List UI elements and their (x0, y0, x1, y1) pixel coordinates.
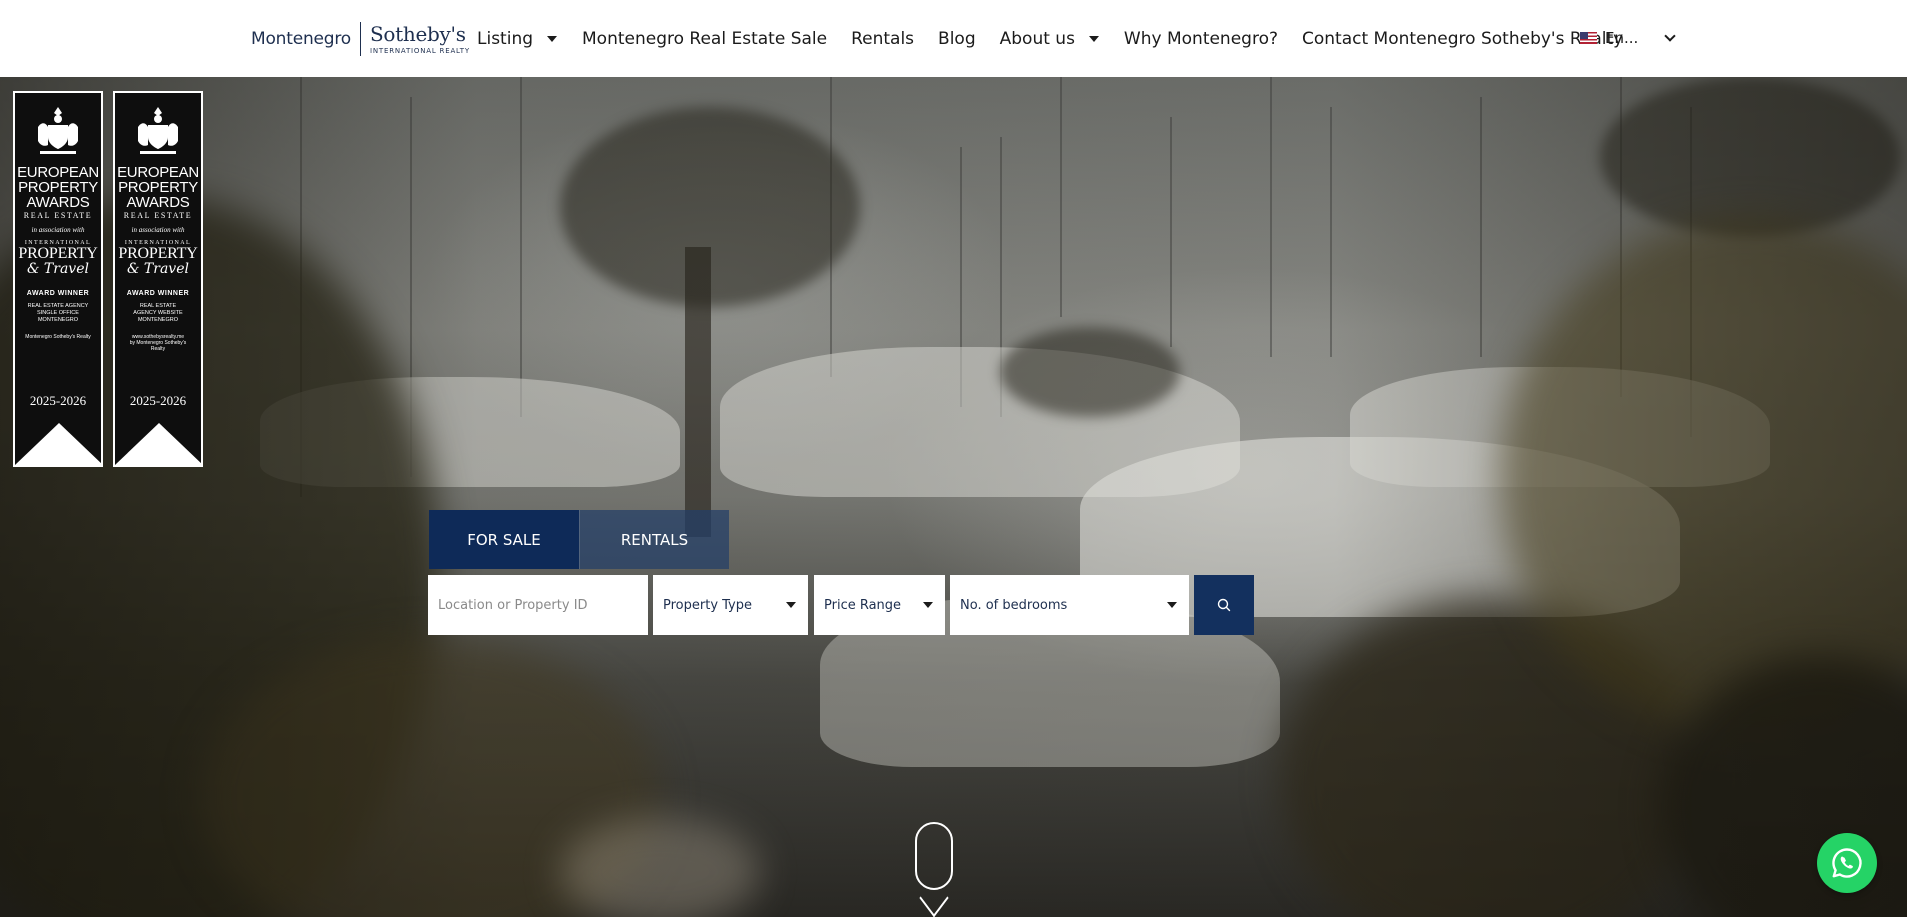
nav-contact[interactable]: Contact Montenegro Sotheby's Realty (1302, 29, 1623, 49)
crest-icon (38, 107, 78, 154)
award-travel: & Travel (27, 261, 89, 277)
bedrooms-select[interactable]: No. of bedrooms (950, 575, 1189, 635)
nav-about-us[interactable]: About us (1000, 29, 1099, 49)
award-travel: & Travel (127, 261, 189, 277)
tab-for-sale[interactable]: FOR SALE (429, 510, 579, 569)
nav-rentals[interactable]: Rentals (851, 29, 914, 49)
search-tabs: FOR SALE RENTALS (429, 510, 729, 569)
chevron-down-icon (1664, 29, 1676, 42)
property-type-select[interactable]: Property Type (653, 575, 808, 635)
nav-why-montenegro[interactable]: Why Montenegro? (1124, 29, 1278, 49)
award-by: www.sothebysrealty.me by Montenegro Soth… (129, 334, 187, 352)
logo-brand: Sotheby's INTERNATIONAL REALTY (370, 24, 470, 55)
award-assoc: in association with (31, 226, 85, 234)
award-title: EUROPEAN PROPERTY AWARDS (117, 164, 199, 211)
bedrooms-label: No. of bedrooms (960, 597, 1068, 613)
us-flag-icon (1580, 32, 1597, 44)
hero-background (0, 77, 1907, 917)
nav-listing[interactable]: Listing (477, 28, 558, 49)
nav-rentals-label: Rentals (851, 28, 915, 49)
whatsapp-icon (1832, 848, 1862, 878)
caret-down-icon (1167, 602, 1177, 608)
award-property: PROPERTY (18, 245, 98, 262)
award-badge-agency[interactable]: EUROPEAN PROPERTY AWARDS REAL ESTATE in … (13, 91, 103, 467)
award-category: REAL ESTATE AGENCY WEBSITE MONTENEGRO (133, 303, 183, 323)
price-range-select[interactable]: Price Range (814, 575, 945, 635)
logo-montenegro-text: Montenegro (251, 29, 352, 49)
logo-sothebys-text: Sotheby's (370, 21, 466, 46)
caret-down-icon (1088, 35, 1099, 42)
award-property: PROPERTY (118, 245, 198, 262)
caret-down-icon (923, 602, 933, 608)
nav-contact-label: Contact Montenegro Sotheby's Realty (1302, 28, 1624, 49)
award-title: EUROPEAN PROPERTY AWARDS (17, 164, 99, 211)
nav-blog-label: Blog (938, 28, 976, 49)
caret-down-icon (786, 602, 796, 608)
crest-icon (138, 107, 178, 154)
nav-why-montenegro-label: Why Montenegro? (1123, 28, 1279, 49)
search-icon (1217, 598, 1231, 612)
award-badge-website[interactable]: EUROPEAN PROPERTY AWARDS REAL ESTATE in … (113, 91, 203, 467)
main-nav: Listing Montenegro Real Estate Sale Rent… (477, 0, 1647, 77)
nav-real-estate-sale-label: Montenegro Real Estate Sale (582, 28, 828, 49)
logo-intl-text: INTERNATIONAL REALTY (370, 46, 470, 55)
whatsapp-button[interactable] (1817, 833, 1877, 893)
caret-down-icon (547, 35, 558, 42)
property-type-label: Property Type (663, 597, 753, 613)
award-year: 2025-2026 (29, 393, 87, 408)
site-header: Montenegro Sotheby's INTERNATIONAL REALT… (0, 0, 1907, 77)
award-subtitle: REAL ESTATE (23, 211, 93, 220)
logo-divider (360, 22, 362, 56)
award-year: 2025-2026 (129, 393, 187, 408)
award-winner: AWARD WINNER (126, 290, 190, 297)
award-ribbon-tip (15, 423, 101, 465)
award-ribbon-tip (115, 423, 201, 465)
nav-blog[interactable]: Blog (938, 29, 976, 49)
award-assoc: in association with (131, 226, 185, 234)
site-logo[interactable]: Montenegro Sotheby's INTERNATIONAL REALT… (251, 22, 470, 56)
award-by: Montenegro Sotheby's Realty (25, 334, 91, 340)
award-category: REAL ESTATE AGENCY SINGLE OFFICE MONTENE… (27, 303, 89, 323)
award-winner: AWARD WINNER (26, 290, 90, 297)
language-selector[interactable]: En... (1580, 27, 1676, 49)
nav-listing-label: Listing (477, 28, 534, 49)
search-button[interactable] (1194, 575, 1254, 635)
location-input[interactable] (428, 575, 648, 635)
nav-about-us-label: About us (999, 28, 1075, 49)
language-label: En... (1605, 29, 1639, 47)
nav-real-estate-sale[interactable]: Montenegro Real Estate Sale (582, 29, 827, 49)
tab-rentals[interactable]: RENTALS (579, 510, 729, 569)
award-subtitle: REAL ESTATE (123, 211, 193, 220)
price-range-label: Price Range (824, 597, 902, 613)
